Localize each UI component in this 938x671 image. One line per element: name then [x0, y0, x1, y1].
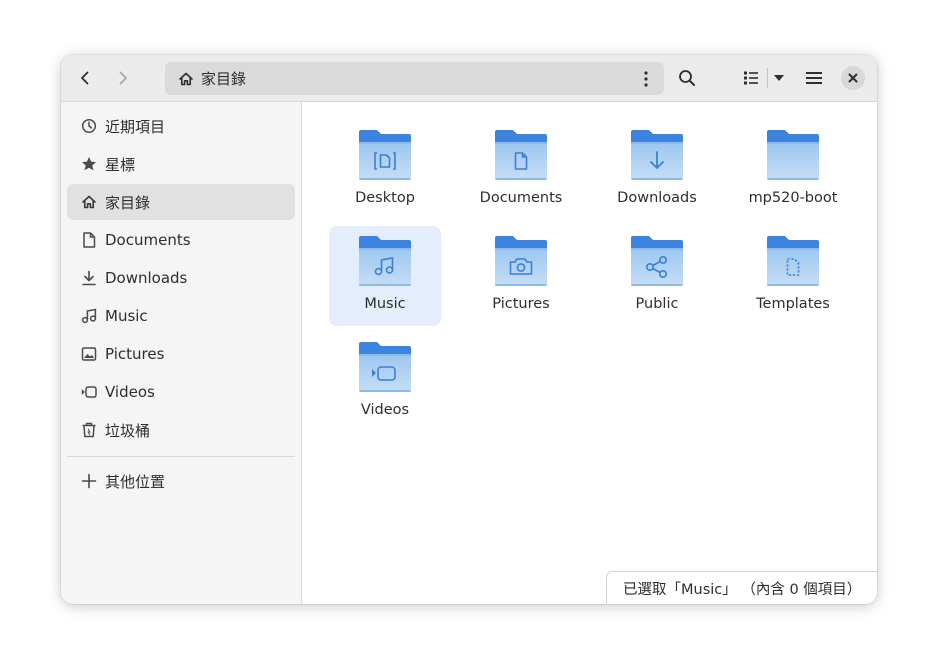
music-icon	[80, 307, 98, 325]
trash-icon	[80, 421, 98, 439]
main-menu-button[interactable]	[799, 64, 829, 92]
close-icon	[848, 73, 858, 83]
search-button[interactable]	[672, 64, 702, 92]
list-view-button[interactable]	[736, 64, 766, 92]
file-name: Music	[364, 296, 406, 312]
sidebar-item-trash[interactable]: 垃圾桶	[67, 412, 295, 448]
sidebar: 近期項目 星標 家目錄 Documents Downloads Music Pi…	[61, 102, 302, 604]
folder-desktop-icon	[359, 130, 411, 180]
folder-downloads-icon	[631, 130, 683, 180]
video-icon	[80, 383, 98, 401]
close-button[interactable]	[841, 66, 865, 90]
status-text: 已選取「Music」 （內含 0 個項目）	[623, 581, 862, 598]
go-forward-icon	[119, 71, 127, 85]
folder-templates-icon	[767, 236, 819, 286]
folder-public-icon	[631, 236, 683, 286]
file-name: Public	[635, 296, 679, 312]
plus-icon	[80, 472, 98, 490]
sidebar-item-starred[interactable]: 星標	[67, 146, 295, 182]
list-view-icon	[744, 71, 758, 85]
search-icon	[679, 70, 695, 86]
sidebar-item-music[interactable]: Music	[67, 298, 295, 334]
sidebar-item-downloads[interactable]: Downloads	[67, 260, 295, 296]
folder-item[interactable]: Videos	[329, 332, 441, 432]
folder-videos-icon	[359, 342, 411, 392]
folder-item[interactable]: Public	[601, 226, 713, 326]
folder-item[interactable]: Pictures	[465, 226, 577, 326]
forward-button[interactable]	[108, 64, 138, 92]
sidebar-item-recent[interactable]: 近期項目	[67, 108, 295, 144]
folder-item[interactable]: Templates	[737, 226, 849, 326]
back-button[interactable]	[70, 64, 100, 92]
sidebar-item-other-locations[interactable]: 其他位置	[67, 463, 295, 499]
home-icon	[80, 193, 98, 211]
file-name: Downloads	[617, 190, 697, 206]
file-name: Pictures	[492, 296, 550, 312]
file-name: Documents	[479, 190, 563, 206]
sidebar-item-label: Videos	[105, 383, 155, 401]
folder-icon	[767, 130, 819, 180]
sidebar-item-label: Downloads	[105, 269, 188, 287]
folder-pictures-icon	[495, 236, 547, 286]
sidebar-item-label: Documents	[105, 231, 191, 249]
sidebar-separator	[67, 456, 295, 457]
hamburger-menu-icon	[806, 72, 822, 84]
sidebar-item-pictures[interactable]: Pictures	[67, 336, 295, 372]
sidebar-item-label: 星標	[105, 155, 136, 174]
status-bar: 已選取「Music」 （內含 0 個項目）	[606, 571, 877, 604]
folder-music-icon	[359, 236, 411, 286]
star-icon	[80, 155, 98, 173]
path-crumb-home[interactable]: 家目錄	[201, 68, 246, 89]
file-name: Videos	[360, 402, 410, 418]
path-bar[interactable]: 家目錄	[165, 62, 664, 95]
chevron-down-icon	[774, 75, 784, 81]
folder-item[interactable]: mp520-boot	[737, 120, 849, 220]
go-back-icon	[81, 71, 89, 85]
sidebar-item-label: 家目錄	[105, 193, 151, 212]
sidebar-item-home[interactable]: 家目錄	[67, 184, 295, 220]
sidebar-item-documents[interactable]: Documents	[67, 222, 295, 258]
download-icon	[80, 269, 98, 287]
sidebar-item-label: 其他位置	[105, 472, 166, 491]
sidebar-item-label: 近期項目	[105, 117, 166, 136]
file-name: mp520-boot	[748, 190, 838, 206]
folder-item-selected[interactable]: Music	[329, 226, 441, 326]
file-name: Templates	[756, 296, 830, 312]
folder-item[interactable]: Desktop	[329, 120, 441, 220]
folder-documents-icon	[495, 130, 547, 180]
header-bar: 家目錄	[61, 55, 877, 102]
view-options-button[interactable]	[764, 64, 794, 92]
file-grid: Desktop Documents Downloads mp520-boot M…	[302, 102, 877, 604]
picture-icon	[80, 345, 98, 363]
document-icon	[80, 231, 98, 249]
sidebar-item-videos[interactable]: Videos	[67, 374, 295, 410]
clock-icon	[80, 117, 98, 135]
sidebar-item-label: Music	[105, 307, 148, 325]
sidebar-item-label: Pictures	[105, 345, 165, 363]
folder-item[interactable]: Downloads	[601, 120, 713, 220]
path-menu-icon[interactable]	[638, 69, 654, 89]
folder-item[interactable]: Documents	[465, 120, 577, 220]
home-icon	[178, 71, 194, 87]
sidebar-item-label: 垃圾桶	[105, 421, 151, 440]
file-manager-window: 家目錄 近期項目 星標 家目錄 Documents Downloads Musi…	[61, 55, 877, 604]
file-name: Desktop	[355, 190, 415, 206]
